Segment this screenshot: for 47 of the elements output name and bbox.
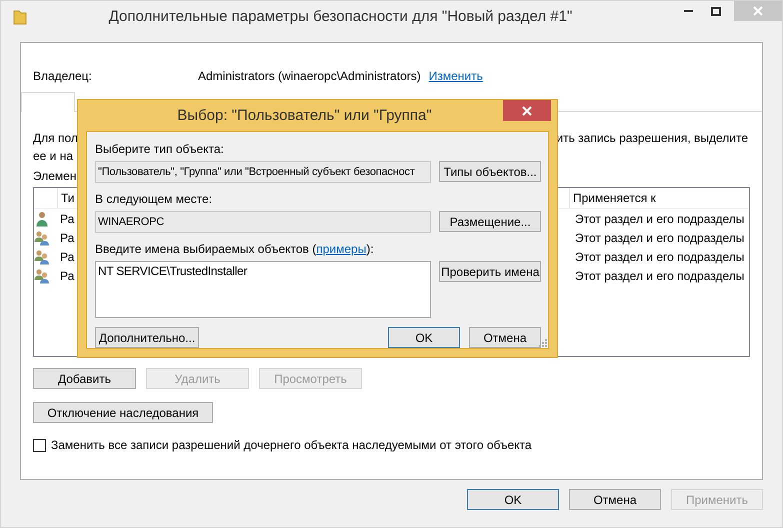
maximize-icon <box>711 6 721 16</box>
field-label: Введите имена выбираемых объектов (примеры): <box>95 242 375 256</box>
table-cell: Ра <box>60 230 74 244</box>
dialog-button[interactable]: OK <box>467 489 559 510</box>
table-cell-text: Этот раздел и его подразделы <box>574 250 744 264</box>
close-icon <box>522 106 532 116</box>
dialog-button[interactable]: Размещение... <box>439 211 541 232</box>
minimize-icon <box>684 10 692 12</box>
description-text: ее и на <box>33 149 74 163</box>
table-cell-text: Этот раздел и его подразделы <box>574 230 744 244</box>
readonly-field[interactable]: WINAEROPC <box>95 211 432 233</box>
examples-link[interactable]: примеры <box>316 242 366 256</box>
table-cell: Ра <box>60 250 74 264</box>
advanced-button[interactable]: Дополнительно... <box>95 327 199 348</box>
dialog-button[interactable]: Отмена <box>569 489 661 510</box>
action-button[interactable]: Добавить <box>33 368 136 389</box>
disable-inheritance-button[interactable]: Отключение наследования <box>33 402 213 423</box>
close-button[interactable] <box>503 100 551 121</box>
owner-label: Владелец: <box>33 69 93 83</box>
names-input[interactable]: NT SERVICE\TrustedInstaller <box>95 261 432 318</box>
dialog-button[interactable]: Отмена <box>469 327 541 348</box>
checkbox[interactable] <box>33 438 46 452</box>
window-title: Дополнительные параметры безопасности для "Новый раздел #1" <box>108 8 574 25</box>
user-icon <box>34 210 50 226</box>
field-label: В следующем месте: <box>95 192 214 206</box>
field-label: Выберите тип объекта: <box>95 142 225 156</box>
folder-icon <box>13 8 27 24</box>
group-icon <box>34 248 50 264</box>
table-cell-text: Этот раздел и его подразделы <box>574 268 744 282</box>
table-cell: Ра <box>60 268 74 282</box>
table-cell-text: Этот раздел и его подразделы <box>574 212 744 226</box>
close-icon <box>753 6 763 16</box>
dialog-button[interactable]: Типы объектов... <box>439 161 541 182</box>
description-text: Для пол <box>33 131 78 145</box>
dialog-title: Выбор: "Пользователь" или "Группа" <box>176 107 433 124</box>
checkbox-label: Заменить все записи разрешений дочернего объекта наследуемыми от этого объекта <box>51 438 532 452</box>
owner-value: Administrators (winaeropc\Administrators) <box>198 69 421 83</box>
group-icon <box>34 268 50 284</box>
change-owner-link[interactable]: Изменить <box>428 69 483 83</box>
dialog-button[interactable]: Проверить имена <box>439 261 541 282</box>
column-header[interactable]: Применяется к <box>569 188 749 208</box>
resize-grip-icon <box>538 338 547 347</box>
readonly-field[interactable]: "Пользователь", "Группа" или "Встроенный субъект безопасност <box>95 161 432 183</box>
table-cell: Ра <box>60 212 74 226</box>
entries-label: Элемен <box>33 169 76 183</box>
group-icon <box>34 230 50 246</box>
dialog-button[interactable]: OK <box>388 327 460 348</box>
